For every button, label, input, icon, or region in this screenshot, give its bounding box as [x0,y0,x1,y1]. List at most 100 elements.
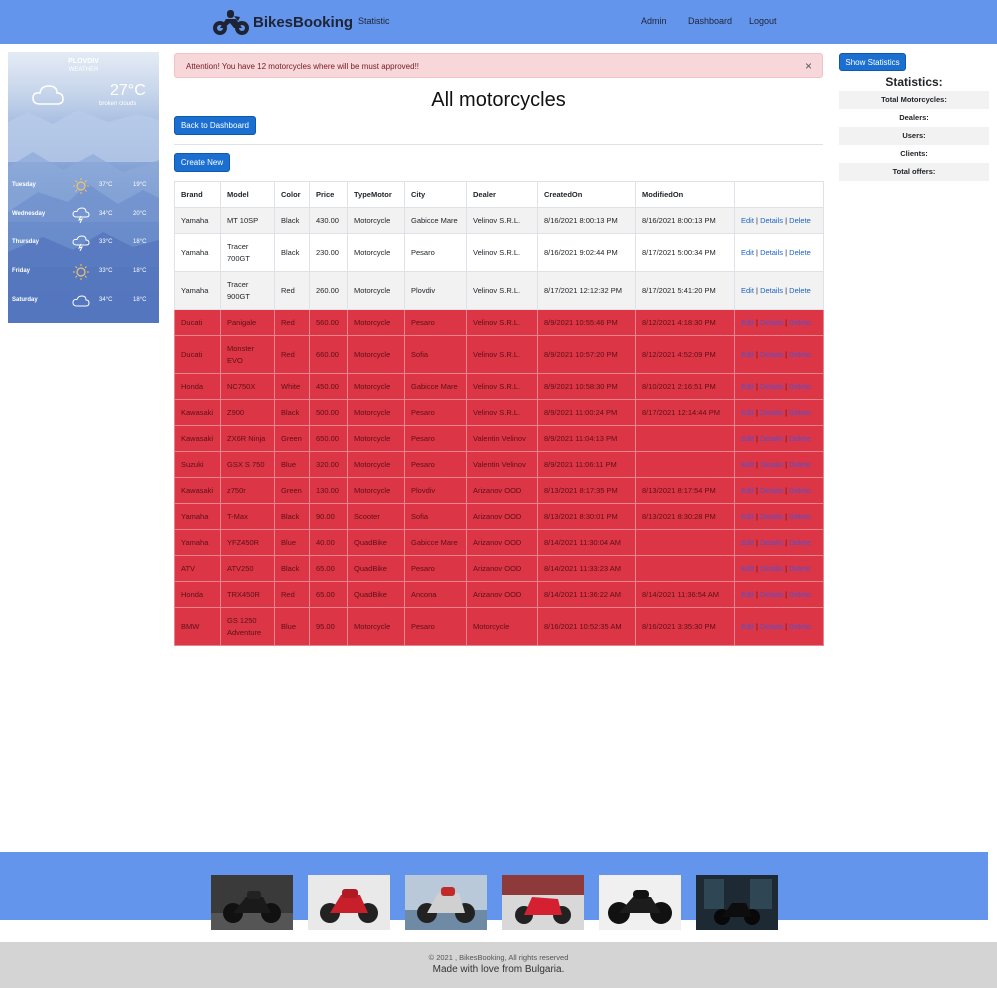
gallery-photo-5[interactable] [599,875,681,930]
details-link[interactable]: Details [760,318,783,327]
details-link[interactable]: Details [760,382,783,391]
cell-created: 8/9/2021 11:00:24 PM [537,399,636,426]
details-link[interactable]: Details [760,590,783,599]
action-separator: | [756,317,758,327]
edit-link[interactable]: Edit [741,538,754,547]
details-link[interactable]: Details [760,286,783,295]
details-link[interactable]: Details [760,216,783,225]
motorcycle-logo-icon [213,10,249,35]
action-separator: | [756,537,758,547]
edit-link[interactable]: Edit [741,286,754,295]
edit-link[interactable]: Edit [741,248,754,257]
nav-logout[interactable]: Logout [749,16,777,26]
delete-link[interactable]: Delete [789,460,811,469]
gallery-photo-3[interactable] [405,875,487,930]
cell-created: 8/14/2021 11:36:22 AM [537,581,636,608]
details-link[interactable]: Details [760,460,783,469]
cell-dealer: Velinov S.R.L. [466,309,538,336]
cell-city: Pesaro [404,607,467,646]
cell-type: Motorcycle [347,399,405,426]
weather-day-row: Friday 33°C 18°C [8,259,159,288]
details-link[interactable]: Details [760,350,783,359]
edit-link[interactable]: Edit [741,460,754,469]
delete-link[interactable]: Delete [789,382,811,391]
nav-dashboard[interactable]: Dashboard [688,16,732,26]
delete-link[interactable]: Delete [789,286,811,295]
cell-dealer: Velinov S.R.L. [466,233,538,272]
cell-type: Motorcycle [347,335,405,374]
gallery-photo-4[interactable] [502,875,584,930]
weather-day-max: 33°C [99,239,113,246]
delete-link[interactable]: Delete [789,538,811,547]
delete-link[interactable]: Delete [789,350,811,359]
details-link[interactable]: Details [760,564,783,573]
edit-link[interactable]: Edit [741,318,754,327]
brand[interactable]: BikesBooking [212,6,353,38]
details-link[interactable]: Details [760,434,783,443]
edit-link[interactable]: Edit [741,486,754,495]
action-separator: | [785,317,788,327]
back-to-dashboard-button[interactable]: Back to Dashboard [174,116,256,135]
delete-link[interactable]: Delete [789,216,811,225]
nav-admin[interactable]: Admin [641,16,667,26]
edit-link[interactable]: Edit [741,382,754,391]
delete-link[interactable]: Delete [789,512,811,521]
table-row: Yamaha YFZ450R Blue 40.00 QuadBike Gabicce Ma… [174,529,824,556]
delete-link[interactable]: Delete [789,408,811,417]
statistic-row: Total Motorcycles: [839,91,989,109]
cell-color: Red [274,309,310,336]
delete-link[interactable]: Delete [789,590,811,599]
cell-modified: 8/17/2021 5:41:20 PM [635,271,735,310]
cloud-icon [32,85,64,105]
edit-link[interactable]: Edit [741,434,754,443]
cell-modified: 8/14/2021 11:36:54 AM [635,581,735,608]
cell-modified [635,555,735,582]
cell-dealer: Velinov S.R.L. [466,399,538,426]
cell-model: z750r [220,477,275,504]
delete-link[interactable]: Delete [789,318,811,327]
action-separator: | [785,511,788,521]
cell-actions: Edit | Details | Delete [734,451,824,478]
cell-modified: 8/13/2021 8:17:54 PM [635,477,735,504]
cell-created: 8/9/2021 11:04:13 PM [537,425,636,452]
edit-link[interactable]: Edit [741,408,754,417]
edit-link[interactable]: Edit [741,564,754,573]
edit-link[interactable]: Edit [741,512,754,521]
details-link[interactable]: Details [760,512,783,521]
show-statistics-button[interactable]: Show Statistics [839,53,906,71]
cell-city: Gabicce Mare [404,373,467,400]
nav-statistic[interactable]: Statistic [358,16,390,26]
details-link[interactable]: Details [760,538,783,547]
cell-color: Green [274,477,310,504]
weather-day-row: Tuesday 37°C 19°C [8,173,159,202]
details-link[interactable]: Details [760,408,783,417]
cell-price: 430.00 [309,207,348,234]
cell-city: Pesaro [404,425,467,452]
alert-close-icon[interactable]: × [805,59,812,73]
delete-link[interactable]: Delete [789,248,811,257]
action-separator: | [756,285,758,295]
cell-actions: Edit | Details | Delete [734,607,824,646]
action-separator: | [785,589,788,599]
edit-link[interactable]: Edit [741,350,754,359]
details-link[interactable]: Details [760,486,783,495]
delete-link[interactable]: Delete [789,564,811,573]
create-new-button[interactable]: Create New [174,153,230,172]
gallery-photo-1[interactable] [211,875,293,930]
delete-link[interactable]: Delete [789,434,811,443]
delete-link[interactable]: Delete [789,622,811,631]
details-link[interactable]: Details [760,622,783,631]
cell-modified: 8/12/2021 4:52:09 PM [635,335,735,374]
edit-link[interactable]: Edit [741,590,754,599]
delete-link[interactable]: Delete [789,486,811,495]
action-separator: | [785,285,788,295]
gallery-photo-2[interactable] [308,875,390,930]
cell-price: 65.00 [309,555,348,582]
cell-type: Motorcycle [347,451,405,478]
edit-link[interactable]: Edit [741,622,754,631]
gallery-photo-6[interactable] [696,875,778,930]
cell-actions: Edit | Details | Delete [734,373,824,400]
details-link[interactable]: Details [760,248,783,257]
cell-brand: Yamaha [174,529,221,556]
edit-link[interactable]: Edit [741,216,754,225]
